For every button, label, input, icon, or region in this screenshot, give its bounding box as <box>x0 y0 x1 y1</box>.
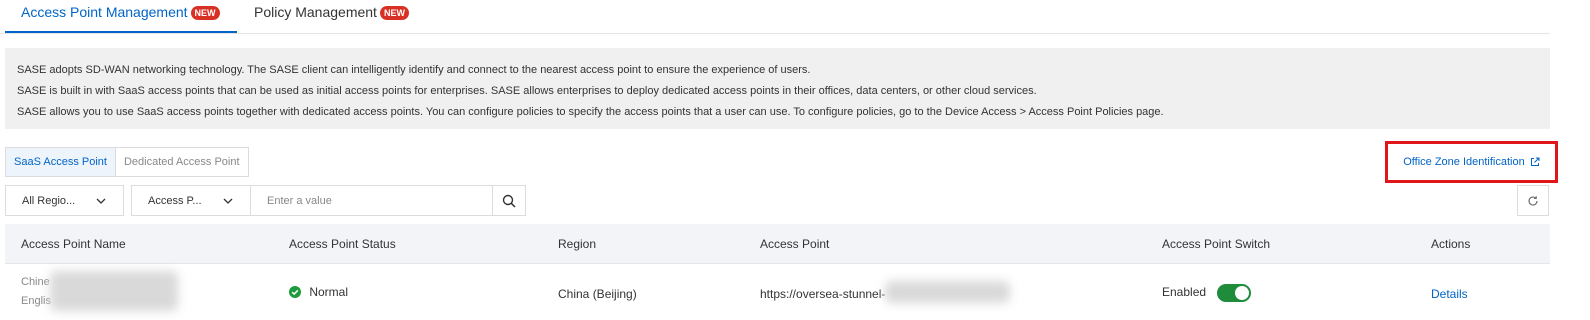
office-zone-identification-link[interactable]: Office Zone Identification <box>1385 141 1558 183</box>
switch-cell: Enabled <box>1162 284 1252 302</box>
search-button[interactable] <box>492 185 526 216</box>
region-cell: China (Beijing) <box>558 287 637 301</box>
top-tab-bar: Access Point Management NEW Policy Manag… <box>0 0 1550 34</box>
chevron-down-icon <box>223 198 233 204</box>
info-notice: SASE adopts SD-WAN networking technology… <box>5 48 1550 129</box>
switch-label: Enabled <box>1162 285 1207 300</box>
table-header: Access Point Name Access Point Status Re… <box>5 224 1550 264</box>
check-circle-icon <box>289 286 301 298</box>
notice-line: SASE allows you to use SaaS access point… <box>17 106 1164 118</box>
column-header-status: Access Point Status <box>289 237 396 251</box>
chevron-down-icon <box>96 198 106 204</box>
refresh-icon <box>1528 195 1538 206</box>
region-select[interactable]: All Regio... <box>5 185 124 216</box>
access-point-url: https://oversea-stunnel- <box>760 287 886 301</box>
column-header-switch: Access Point Switch <box>1162 237 1271 251</box>
new-badge: NEW <box>190 6 220 20</box>
tab-label: Access Point Management <box>21 4 188 20</box>
column-header-name: Access Point Name <box>21 237 126 251</box>
search-field-select[interactable]: Access P... <box>131 185 251 216</box>
access-point-type-switch: SaaS Access Point Dedicated Access Point <box>5 147 249 177</box>
redacted-url <box>885 281 1010 303</box>
access-point-name-en: Englis <box>21 295 51 307</box>
segment-saas-access-point[interactable]: SaaS Access Point <box>5 147 116 177</box>
office-zone-link-label: Office Zone Identification <box>1403 156 1525 168</box>
status-cell: Normal <box>289 285 348 299</box>
search-input-placeholder: Enter a value <box>267 194 332 207</box>
column-header-region: Region <box>558 237 597 251</box>
status-text: Normal <box>309 285 349 299</box>
column-header-actions: Actions <box>1431 237 1471 251</box>
column-header-access-point: Access Point <box>760 237 830 251</box>
active-tab-indicator <box>5 31 237 33</box>
redacted-name <box>50 271 178 311</box>
external-link-icon <box>1530 157 1540 166</box>
notice-line: SASE adopts SD-WAN networking technology… <box>17 64 811 76</box>
tab-policy-management[interactable]: Policy Management NEW <box>254 4 409 34</box>
access-point-toggle[interactable] <box>1217 284 1252 302</box>
segment-dedicated-access-point[interactable]: Dedicated Access Point <box>115 147 249 177</box>
region-select-value: All Regio... <box>22 194 76 207</box>
search-input[interactable]: Enter a value <box>250 185 493 216</box>
table-row: Chine Englis Normal China (Beijing) http… <box>5 265 1550 320</box>
toggle-knob <box>1235 286 1250 300</box>
tab-access-point-management[interactable]: Access Point Management NEW <box>21 4 220 34</box>
tab-label: Policy Management <box>254 4 377 20</box>
refresh-button[interactable] <box>1517 185 1549 216</box>
access-point-name-cn: Chine <box>21 276 50 288</box>
details-link[interactable]: Details <box>1431 287 1468 301</box>
new-badge: NEW <box>379 6 409 20</box>
notice-line: SASE is built in with SaaS access points… <box>17 85 1037 97</box>
search-field-select-value: Access P... <box>148 194 202 207</box>
search-icon <box>502 194 516 208</box>
